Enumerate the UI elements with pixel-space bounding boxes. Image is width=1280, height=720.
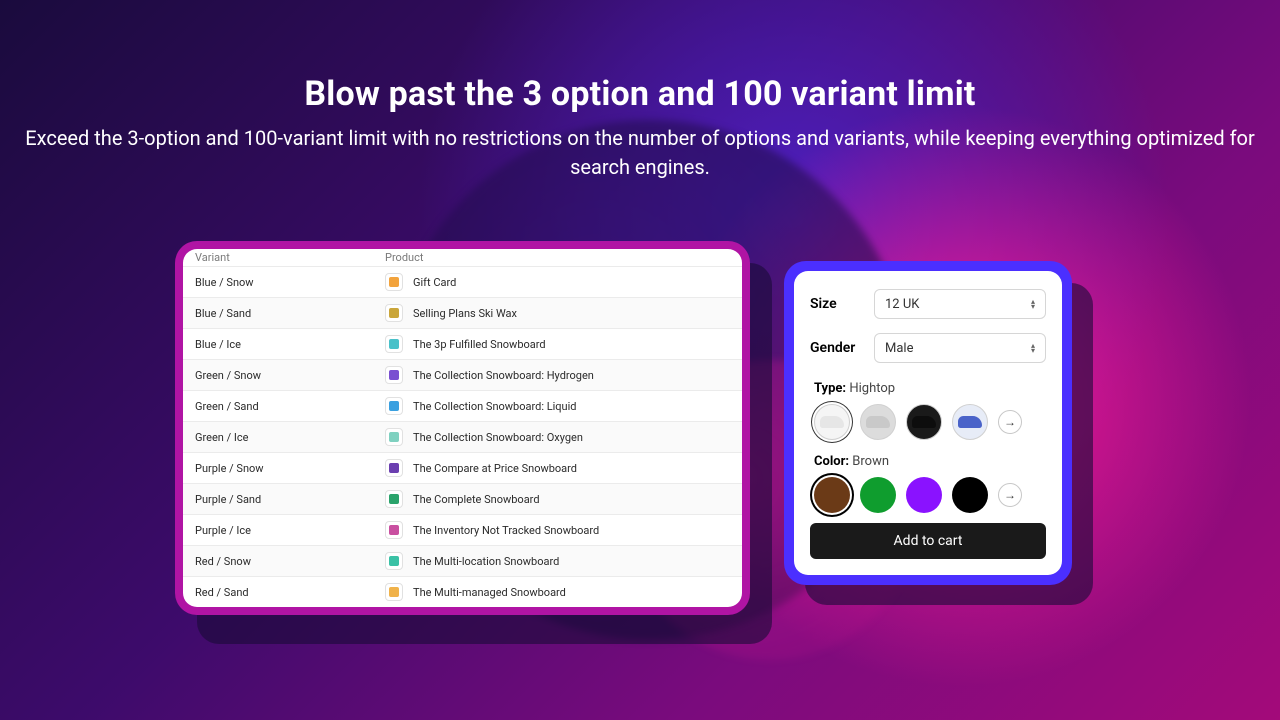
product-thumb-icon — [385, 583, 403, 601]
type-label: Type: — [814, 381, 846, 396]
cell-variant: Purple / Sand — [195, 493, 385, 506]
color-label: Color: — [814, 454, 849, 469]
color-swatch[interactable] — [860, 477, 896, 513]
table-row[interactable]: Blue / Snow Gift Card — [183, 266, 742, 297]
cell-product-name: The Collection Snowboard: Hydrogen — [413, 369, 594, 382]
product-thumb-icon — [385, 397, 403, 415]
cell-product-name: The 3p Fulfilled Snowboard — [413, 338, 546, 351]
cell-product: The Collection Snowboard: Liquid — [385, 397, 730, 415]
cell-product: The Complete Snowboard — [385, 490, 730, 508]
cell-variant: Red / Snow — [195, 555, 385, 568]
table-row[interactable]: Blue / Ice The 3p Fulfilled Snowboard — [183, 328, 742, 359]
product-options-card: Size 12 UK ▴▾ Gender Male ▴▾ Type: Hight… — [784, 261, 1072, 585]
cell-variant: Purple / Ice — [195, 524, 385, 537]
shoe-icon — [866, 416, 890, 428]
cell-product-name: The Multi-managed Snowboard — [413, 586, 566, 599]
select-caret-icon: ▴▾ — [1031, 343, 1035, 353]
cell-variant: Green / Sand — [195, 400, 385, 413]
variants-card: Variant Product Blue / SnowGift CardBlue… — [175, 241, 750, 615]
product-thumb-icon — [385, 552, 403, 570]
hero-title: Blow past the 3 option and 100 variant l… — [0, 74, 1280, 114]
cell-product-name: The Inventory Not Tracked Snowboard — [413, 524, 599, 537]
cell-product-name: The Multi-location Snowboard — [413, 555, 559, 568]
cell-product: Gift Card — [385, 273, 730, 291]
table-row[interactable]: Red / Snow The Multi-location Snowboard — [183, 545, 742, 576]
product-thumb-icon — [385, 459, 403, 477]
color-value: Brown — [852, 454, 889, 469]
hero-text: Blow past the 3 option and 100 variant l… — [0, 74, 1280, 182]
cell-product: The Multi-managed Snowboard — [385, 583, 730, 601]
table-row[interactable]: Green / Sand The Collection Snowboard: Li… — [183, 390, 742, 421]
size-label: Size — [810, 296, 862, 312]
color-swatch[interactable] — [952, 477, 988, 513]
type-swatch[interactable] — [860, 404, 896, 440]
color-label-row: Color: Brown — [814, 454, 1046, 469]
gender-label: Gender — [810, 340, 862, 356]
cell-product: The 3p Fulfilled Snowboard — [385, 335, 730, 353]
cell-product-name: The Compare at Price Snowboard — [413, 462, 577, 475]
type-swatch[interactable] — [952, 404, 988, 440]
cell-product: The Multi-location Snowboard — [385, 552, 730, 570]
cell-variant: Green / Ice — [195, 431, 385, 444]
gender-select-value: Male — [885, 341, 913, 356]
table-row[interactable]: Green / Ice The Collection Snowboard: Oxy… — [183, 421, 742, 452]
cell-variant: Green / Snow — [195, 369, 385, 382]
col-header-product: Product — [385, 251, 730, 264]
cell-product: The Collection Snowboard: Hydrogen — [385, 366, 730, 384]
cell-product-name: The Collection Snowboard: Liquid — [413, 400, 577, 413]
cell-product-name: The Collection Snowboard: Oxygen — [413, 431, 583, 444]
color-more-arrow[interactable]: → — [998, 483, 1022, 507]
size-select-value: 12 UK — [885, 297, 919, 312]
table-row[interactable]: Purple / Sand The Complete Snowboard — [183, 483, 742, 514]
type-more-arrow[interactable]: → — [998, 410, 1022, 434]
gender-select[interactable]: Male ▴▾ — [874, 333, 1046, 363]
cell-product: The Collection Snowboard: Oxygen — [385, 428, 730, 446]
product-thumb-icon — [385, 273, 403, 291]
shoe-icon — [912, 416, 936, 428]
product-thumb-icon — [385, 366, 403, 384]
cell-variant: Red / Sand — [195, 586, 385, 599]
cell-variant: Purple / Snow — [195, 462, 385, 475]
size-select[interactable]: 12 UK ▴▾ — [874, 289, 1046, 319]
hero-subtitle: Exceed the 3-option and 100-variant limi… — [0, 124, 1280, 182]
cell-product: The Compare at Price Snowboard — [385, 459, 730, 477]
product-thumb-icon — [385, 521, 403, 539]
product-thumb-icon — [385, 335, 403, 353]
product-thumb-icon — [385, 428, 403, 446]
cell-product-name: Selling Plans Ski Wax — [413, 307, 517, 320]
table-row[interactable]: Green / Snow The Collection Snowboard: Hy… — [183, 359, 742, 390]
cell-product-name: Gift Card — [413, 276, 456, 289]
color-swatch[interactable] — [814, 477, 850, 513]
cell-variant: Blue / Sand — [195, 307, 385, 320]
product-thumb-icon — [385, 490, 403, 508]
shoe-icon — [958, 416, 982, 428]
cell-product-name: The Complete Snowboard — [413, 493, 540, 506]
add-to-cart-button[interactable]: Add to cart — [810, 523, 1046, 559]
cell-variant: Blue / Ice — [195, 338, 385, 351]
color-swatch[interactable] — [906, 477, 942, 513]
table-row[interactable]: Purple / Ice The Inventory Not Tracked Sn… — [183, 514, 742, 545]
table-row[interactable]: Red / Sand The Multi-managed Snowboard — [183, 576, 742, 607]
table-header: Variant Product — [183, 249, 742, 266]
table-row[interactable]: Blue / Sand Selling Plans Ski Wax — [183, 297, 742, 328]
type-value: Hightop — [849, 381, 895, 396]
cell-product: The Inventory Not Tracked Snowboard — [385, 521, 730, 539]
shoe-icon — [820, 416, 844, 428]
cell-variant: Blue / Snow — [195, 276, 385, 289]
type-swatch[interactable] — [814, 404, 850, 440]
product-thumb-icon — [385, 304, 403, 322]
type-label-row: Type: Hightop — [814, 381, 1046, 396]
type-swatch[interactable] — [906, 404, 942, 440]
table-row[interactable]: Purple / Snow The Compare at Price Snowbo… — [183, 452, 742, 483]
col-header-variant: Variant — [195, 251, 385, 264]
select-caret-icon: ▴▾ — [1031, 299, 1035, 309]
cell-product: Selling Plans Ski Wax — [385, 304, 730, 322]
